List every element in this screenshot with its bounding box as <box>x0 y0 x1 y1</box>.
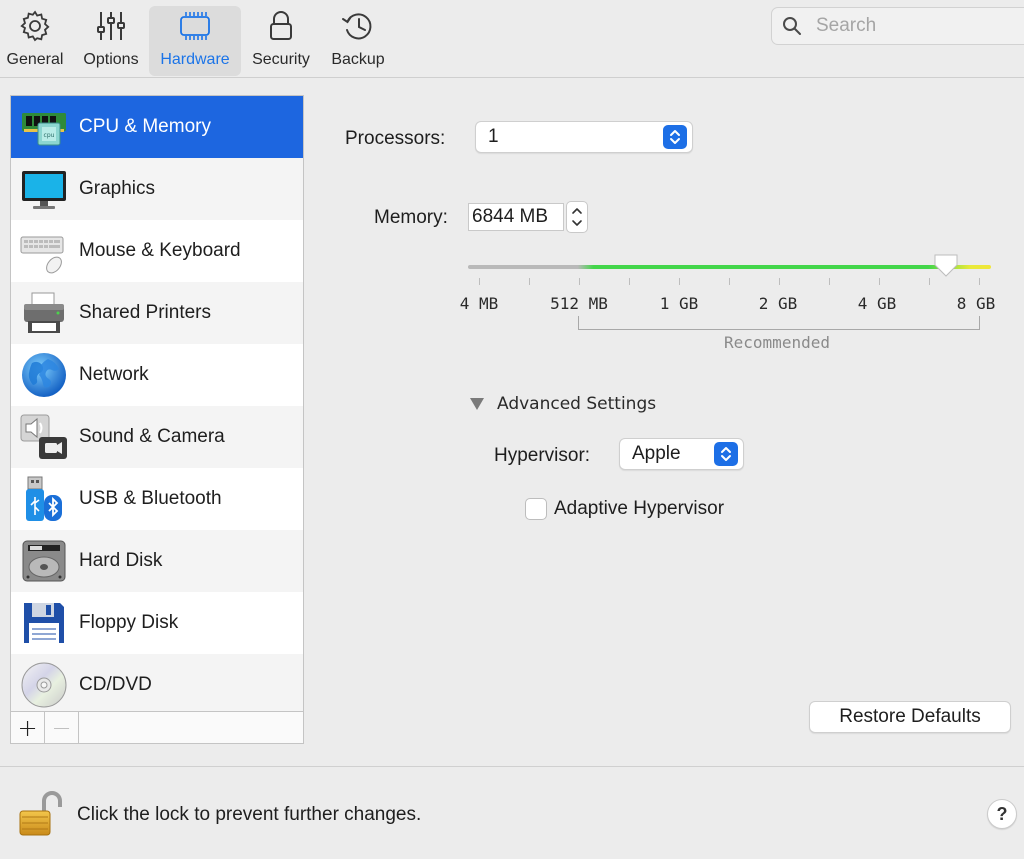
sidebar-item-shared-printers[interactable]: Shared Printers <box>11 282 303 344</box>
processors-value: 1 <box>488 126 499 147</box>
restore-defaults-button[interactable]: Restore Defaults <box>809 701 1011 733</box>
chevron-updown-icon <box>714 442 738 466</box>
lock-icon <box>259 6 303 46</box>
sidebar-item-label: Sound & Camera <box>79 426 225 447</box>
adaptive-hypervisor-option[interactable]: Adaptive Hypervisor <box>525 498 724 520</box>
slider-tick <box>529 278 530 285</box>
add-device-button[interactable]: + <box>11 712 45 743</box>
memory-input[interactable]: 6844 MB <box>468 203 564 231</box>
hypervisor-value: Apple <box>632 443 681 464</box>
sidebar-item-cpu-memory[interactable]: cpu CPU & Memory <box>11 96 303 158</box>
tab-label: Options <box>83 51 139 68</box>
tab-label: Security <box>252 51 310 68</box>
usb-bluetooth-icon <box>19 474 69 524</box>
sidebar-item-label: Hard Disk <box>79 550 163 571</box>
hypervisor-label: Hypervisor: <box>494 445 591 466</box>
tab-backup[interactable]: Backup <box>322 6 394 76</box>
tab-label: Backup <box>331 51 385 68</box>
sidebar-item-label: Floppy Disk <box>79 612 179 633</box>
chip-icon <box>173 6 217 46</box>
sliders-icon <box>89 6 133 46</box>
slider-tick <box>679 278 680 285</box>
hardware-device-list: cpu CPU & Memory Graphics Mouse & Keyboa… <box>10 95 304 744</box>
slider-tick <box>479 278 480 285</box>
help-button[interactable]: ? <box>987 799 1017 829</box>
processors-label: Processors: <box>345 128 446 149</box>
sidebar-item-hard-disk[interactable]: Hard Disk <box>11 530 303 592</box>
monitor-icon <box>19 164 69 214</box>
hard-disk-icon <box>19 536 69 586</box>
floppy-disk-icon <box>19 598 69 648</box>
slider-tick-label: 512 MB <box>550 294 608 313</box>
device-list: cpu CPU & Memory Graphics Mouse & Keyboa… <box>11 96 303 712</box>
slider-tick <box>729 278 730 285</box>
sidebar-item-label: Network <box>79 364 149 385</box>
adaptive-hypervisor-label: Adaptive Hypervisor <box>554 498 725 519</box>
slider-tick <box>779 278 780 285</box>
tab-security[interactable]: Security <box>246 6 316 76</box>
lock-status-text: Click the lock to prevent further change… <box>77 804 422 825</box>
globe-icon <box>19 350 69 400</box>
processors-popup[interactable]: 1 <box>475 121 693 153</box>
sidebar-item-graphics[interactable]: Graphics <box>11 158 303 220</box>
advanced-settings-label: Advanced Settings <box>497 394 657 414</box>
svg-text:cpu: cpu <box>44 132 55 139</box>
slider-tick <box>829 278 830 285</box>
memory-slider-track[interactable] <box>468 265 991 269</box>
recommended-range-bracket <box>578 316 980 330</box>
sidebar-item-usb-bluetooth[interactable]: USB & Bluetooth <box>11 468 303 530</box>
search-icon <box>782 15 804 37</box>
chevron-updown-icon <box>663 125 687 149</box>
memory-label: Memory: <box>374 207 448 228</box>
remove-device-button[interactable]: − <box>45 712 79 743</box>
sidebar-item-mouse-keyboard[interactable]: Mouse & Keyboard <box>11 220 303 282</box>
slider-tick-label: 4 MB <box>459 294 499 313</box>
unlocked-padlock-icon[interactable] <box>18 789 62 842</box>
sidebar-item-label: CPU & Memory <box>79 116 211 137</box>
sidebar-item-label: Graphics <box>79 178 156 199</box>
search-field[interactable] <box>771 7 1024 45</box>
cd-dvd-icon <box>19 660 69 710</box>
lock-bar: Click the lock to prevent further change… <box>0 766 1024 859</box>
slider-tick <box>879 278 880 285</box>
device-list-footer: + − <box>11 711 303 743</box>
adaptive-hypervisor-checkbox[interactable] <box>525 498 547 520</box>
slider-tick-label: 8 GB <box>956 294 996 313</box>
sidebar-item-label: CD/DVD <box>79 674 152 695</box>
tab-label: General <box>6 51 64 68</box>
sidebar-item-cd-dvd[interactable]: CD/DVD <box>11 654 303 712</box>
hypervisor-popup[interactable]: Apple <box>619 438 744 470</box>
sidebar-item-label: Mouse & Keyboard <box>79 240 241 261</box>
speaker-camera-icon <box>19 412 69 462</box>
sidebar-item-floppy-disk[interactable]: Floppy Disk <box>11 592 303 654</box>
tab-options[interactable]: Options <box>76 6 146 76</box>
slider-tick <box>629 278 630 285</box>
tab-label: Hardware <box>160 51 230 68</box>
gear-icon <box>13 6 57 46</box>
sidebar-item-sound-camera[interactable]: Sound & Camera <box>11 406 303 468</box>
tab-hardware[interactable]: Hardware <box>149 6 241 76</box>
printer-icon <box>19 288 69 338</box>
slider-tick-label: 4 GB <box>857 294 897 313</box>
sidebar-item-network[interactable]: Network <box>11 344 303 406</box>
cpu-memory-icon: cpu <box>19 102 69 152</box>
recommended-label: Recommended <box>724 333 830 352</box>
sidebar-item-label: USB & Bluetooth <box>79 488 222 509</box>
slider-tick <box>979 278 980 285</box>
advanced-settings-toggle[interactable]: Advanced Settings <box>470 394 656 414</box>
history-clock-icon <box>336 6 380 46</box>
disclosure-triangle-icon <box>470 398 484 410</box>
toolbar: General Options Hardware Security Backup… <box>0 0 1024 78</box>
memory-slider-thumb[interactable] <box>933 252 959 283</box>
search-input[interactable] <box>814 14 1014 38</box>
slider-tick-label: 1 GB <box>659 294 699 313</box>
stepper-arrows-icon <box>572 208 582 226</box>
slider-tick-label: 2 GB <box>758 294 798 313</box>
sidebar-item-label: Shared Printers <box>79 302 212 323</box>
slider-tick <box>579 278 580 285</box>
slider-tick <box>929 278 930 285</box>
tab-general[interactable]: General <box>0 6 70 76</box>
memory-stepper[interactable] <box>566 201 588 233</box>
keyboard-mouse-icon <box>19 226 69 276</box>
